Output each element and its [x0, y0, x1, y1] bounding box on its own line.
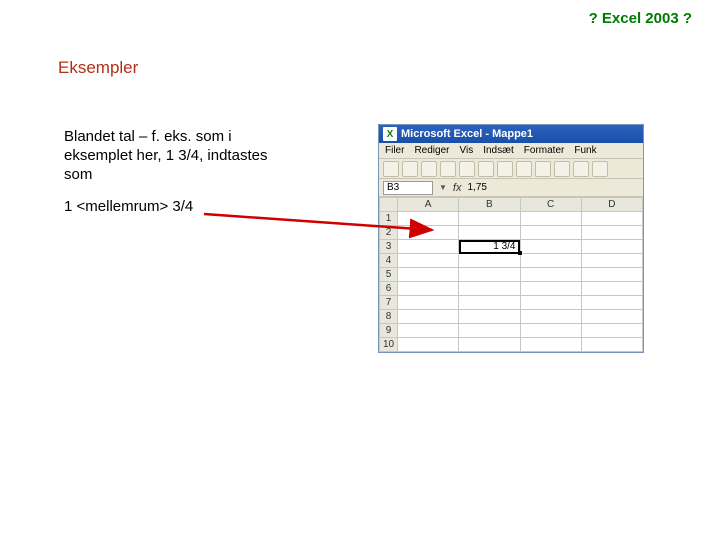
- excel-window: X Microsoft Excel - Mappe1 Filer Rediger…: [378, 124, 644, 353]
- row-header[interactable]: 5: [380, 268, 398, 282]
- toolbar-button[interactable]: [478, 161, 494, 177]
- col-header-c[interactable]: C: [520, 198, 581, 212]
- cell[interactable]: [459, 324, 520, 338]
- toolbar-button[interactable]: [592, 161, 608, 177]
- excel-toolbar: [379, 159, 643, 179]
- toolbar-button[interactable]: [516, 161, 532, 177]
- body-paragraph-2: 1 <mellemrum> 3/4: [64, 198, 299, 217]
- menu-funk[interactable]: Funk: [574, 145, 596, 156]
- toolbar-button[interactable]: [573, 161, 589, 177]
- cell[interactable]: [398, 338, 459, 352]
- page-header: ? Excel 2003 ?: [589, 10, 692, 27]
- cell[interactable]: [520, 254, 581, 268]
- cell[interactable]: [520, 282, 581, 296]
- cell[interactable]: [398, 282, 459, 296]
- cell[interactable]: [398, 240, 459, 254]
- cell[interactable]: [581, 282, 642, 296]
- active-cell[interactable]: 1 3/4: [459, 240, 520, 254]
- menu-vis[interactable]: Vis: [459, 145, 473, 156]
- col-header-d[interactable]: D: [581, 198, 642, 212]
- row-header[interactable]: 1: [380, 212, 398, 226]
- row-header[interactable]: 4: [380, 254, 398, 268]
- row-header[interactable]: 7: [380, 296, 398, 310]
- excel-app-icon: X: [383, 127, 397, 141]
- menu-rediger[interactable]: Rediger: [414, 145, 449, 156]
- cell[interactable]: [520, 268, 581, 282]
- cell[interactable]: [459, 212, 520, 226]
- page-subtitle: Eksempler: [58, 58, 138, 78]
- row-header[interactable]: 2: [380, 226, 398, 240]
- row-header[interactable]: 9: [380, 324, 398, 338]
- cell[interactable]: [459, 310, 520, 324]
- cell[interactable]: [459, 296, 520, 310]
- toolbar-button[interactable]: [535, 161, 551, 177]
- cell[interactable]: [398, 226, 459, 240]
- body-copy: Blandet tal – f. eks. som i eksemplet he…: [64, 128, 299, 217]
- cell[interactable]: [520, 212, 581, 226]
- cell[interactable]: [581, 254, 642, 268]
- cell[interactable]: [459, 338, 520, 352]
- cell[interactable]: [581, 268, 642, 282]
- name-box[interactable]: B3: [383, 181, 433, 195]
- row-header[interactable]: 3: [380, 240, 398, 254]
- cell[interactable]: [459, 254, 520, 268]
- cell[interactable]: [581, 296, 642, 310]
- excel-grid: A B C D 1 2 3 1 3/4 4 5 6 7 8 9 10: [379, 197, 643, 352]
- fx-label: fx: [453, 182, 462, 194]
- cell[interactable]: [581, 310, 642, 324]
- toolbar-button[interactable]: [497, 161, 513, 177]
- toolbar-button[interactable]: [383, 161, 399, 177]
- dropdown-icon[interactable]: ▼: [439, 183, 447, 192]
- cell[interactable]: [459, 282, 520, 296]
- toolbar-button[interactable]: [554, 161, 570, 177]
- fx-value: 1,75: [467, 182, 486, 193]
- toolbar-button[interactable]: [402, 161, 418, 177]
- cell[interactable]: [520, 296, 581, 310]
- cell[interactable]: [520, 338, 581, 352]
- row-header[interactable]: 10: [380, 338, 398, 352]
- cell[interactable]: [398, 212, 459, 226]
- cell[interactable]: [520, 240, 581, 254]
- excel-formulabar: B3 ▼ fx 1,75: [379, 179, 643, 197]
- cell[interactable]: [459, 226, 520, 240]
- cell[interactable]: [581, 212, 642, 226]
- excel-menubar: Filer Rediger Vis Indsæt Formater Funk: [379, 143, 643, 159]
- cell[interactable]: [520, 324, 581, 338]
- toolbar-button[interactable]: [421, 161, 437, 177]
- grid-corner[interactable]: [380, 198, 398, 212]
- menu-filer[interactable]: Filer: [385, 145, 404, 156]
- row-header[interactable]: 8: [380, 310, 398, 324]
- row-header[interactable]: 6: [380, 282, 398, 296]
- menu-formater[interactable]: Formater: [524, 145, 565, 156]
- cell[interactable]: [520, 226, 581, 240]
- cell[interactable]: [581, 324, 642, 338]
- cell[interactable]: [398, 254, 459, 268]
- toolbar-button[interactable]: [459, 161, 475, 177]
- menu-indsaet[interactable]: Indsæt: [483, 145, 514, 156]
- cell[interactable]: [398, 296, 459, 310]
- cell[interactable]: [459, 268, 520, 282]
- cell[interactable]: [581, 338, 642, 352]
- cell[interactable]: [398, 310, 459, 324]
- cell[interactable]: [581, 226, 642, 240]
- excel-title: Microsoft Excel - Mappe1: [401, 128, 533, 140]
- excel-titlebar: X Microsoft Excel - Mappe1: [379, 125, 643, 143]
- body-paragraph-1: Blandet tal – f. eks. som i eksemplet he…: [64, 128, 299, 184]
- cell[interactable]: [520, 310, 581, 324]
- toolbar-button[interactable]: [440, 161, 456, 177]
- cell[interactable]: [398, 268, 459, 282]
- cell[interactable]: [398, 324, 459, 338]
- col-header-a[interactable]: A: [398, 198, 459, 212]
- cell[interactable]: [581, 240, 642, 254]
- col-header-b[interactable]: B: [459, 198, 520, 212]
